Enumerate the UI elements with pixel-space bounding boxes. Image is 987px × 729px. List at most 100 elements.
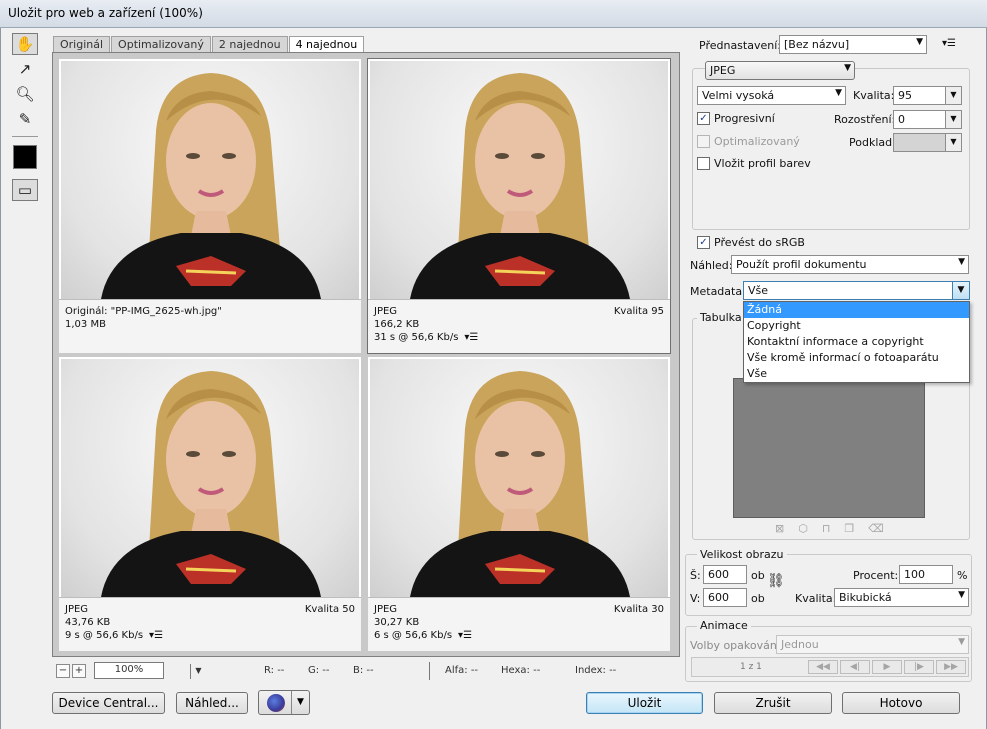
preview-profile-label: Náhled: xyxy=(690,259,733,272)
lock-icon[interactable]: ⊓ xyxy=(822,522,845,535)
width-label: Š: xyxy=(690,569,701,582)
play-icon[interactable]: ▶ xyxy=(872,660,902,674)
map-color-icon[interactable]: ⊠ xyxy=(775,522,798,535)
embed-profile-label: Vložit profil barev xyxy=(714,157,811,170)
pane-menu-icon[interactable]: ▾☰ xyxy=(458,630,472,641)
zoom-in-button[interactable]: + xyxy=(72,664,86,678)
tab-optimized[interactable]: Optimalizovaný xyxy=(111,36,211,52)
cancel-button[interactable]: Zrušit xyxy=(714,692,832,714)
width-input[interactable]: 600 xyxy=(703,565,747,584)
device-central-button[interactable]: Device Central... xyxy=(52,692,165,714)
zoom-out-button[interactable]: − xyxy=(56,664,70,678)
next-frame-icon[interactable]: |▶ xyxy=(904,660,934,674)
chevron-down-icon: ▼ xyxy=(958,257,965,267)
height-value: 600 xyxy=(708,591,729,604)
percent-input[interactable]: 100 xyxy=(899,565,953,584)
loop-select[interactable]: Jednou ▼ xyxy=(776,635,969,654)
previous-frame-icon[interactable]: ◀| xyxy=(840,660,870,674)
readout-g: G: -- xyxy=(308,665,330,676)
pane-menu-icon[interactable]: ▾☰ xyxy=(149,630,163,641)
portrait-photo xyxy=(370,359,668,597)
metadata-option[interactable]: Copyright xyxy=(744,318,969,334)
percent-value: 100 xyxy=(904,568,925,581)
last-frame-icon[interactable]: ▶▶ xyxy=(936,660,966,674)
embed-profile-checkbox[interactable]: Vložit profil barev xyxy=(697,157,811,170)
checkbox-empty-icon xyxy=(697,157,710,170)
quality-preset-value: Velmi vysoká xyxy=(702,89,775,102)
preview-profile-select[interactable]: Použít profil dokumentu ▼ xyxy=(731,255,969,274)
metadata-option[interactable]: Kontaktní informace a copyright xyxy=(744,334,969,350)
preview-pane-4[interactable]: JPEG 30,27 KB 6 s @ 56,6 Kb/s ▾☰ Kvalita … xyxy=(368,357,670,651)
width-value: 600 xyxy=(708,568,729,581)
chevron-down-icon: ▼ xyxy=(945,134,961,151)
eyedropper-color-swatch[interactable] xyxy=(13,145,37,169)
new-color-icon[interactable]: ❐ xyxy=(844,522,868,535)
trash-icon[interactable]: ⌫ xyxy=(868,522,898,535)
preview-pane-2[interactable]: JPEG 166,2 KB 31 s @ 56,6 Kb/s ▾☰ Kvalita… xyxy=(367,58,671,354)
web-snap-icon[interactable]: ⬡ xyxy=(798,522,822,535)
toggle-slices-icon[interactable]: ▭ xyxy=(12,179,38,201)
optimize-menu-icon[interactable]: ▾☰ xyxy=(942,38,956,49)
preview-button[interactable]: Náhled... xyxy=(176,692,248,714)
save-button[interactable]: Uložit xyxy=(586,692,703,714)
done-button[interactable]: Hotovo xyxy=(842,692,960,714)
resample-select[interactable]: Bikubická ▼ xyxy=(834,588,969,607)
format-select[interactable]: JPEG ▼ xyxy=(705,61,855,80)
progressive-checkbox[interactable]: ✓ Progresivní xyxy=(697,112,775,125)
matte-select[interactable]: ▼ xyxy=(893,133,962,152)
chevron-down-icon[interactable]: ▼ xyxy=(945,87,961,104)
browser-preview-button[interactable]: ▼ xyxy=(258,690,310,715)
tab-original[interactable]: Originál xyxy=(53,36,111,52)
pane-menu-icon[interactable]: ▾☰ xyxy=(464,332,478,343)
eyedropper-tool-icon[interactable]: ✎ xyxy=(12,108,38,130)
progressive-label: Progresivní xyxy=(714,112,775,125)
metadata-option[interactable]: Vše xyxy=(744,366,969,382)
format-value: JPEG xyxy=(710,64,736,77)
convert-srgb-checkbox[interactable]: ✓ Převést do sRGB xyxy=(697,236,805,249)
pane-info: JPEG 30,27 KB 6 s @ 56,6 Kb/s ▾☰ Kvalita … xyxy=(368,597,670,651)
pane-download-time: 9 s @ 56,6 Kb/s xyxy=(65,630,144,641)
zoom-tool-icon[interactable]: 🔍︎ xyxy=(12,83,38,105)
readout-alpha: Alfa: -- xyxy=(445,665,479,676)
chevron-down-icon[interactable]: ▼ xyxy=(291,691,309,714)
tab-2-up[interactable]: 2 najednou xyxy=(211,36,288,52)
preset-select[interactable]: [Bez názvu] ▼ xyxy=(779,35,927,54)
chevron-down-icon[interactable]: ▼ xyxy=(945,111,961,128)
quality-preset-select[interactable]: Velmi vysoká ▼ xyxy=(697,86,846,105)
readout-hex: Hexa: -- xyxy=(501,665,541,676)
pane-size: 166,2 KB xyxy=(374,319,420,330)
portrait-image xyxy=(410,371,630,597)
readout-r: R: -- xyxy=(264,665,285,676)
hand-tool-icon[interactable]: ✋ xyxy=(12,33,38,55)
preview-pane-original[interactable]: Originál: "PP-IMG_2625-wh.jpg" 1,03 MB xyxy=(59,59,361,353)
optimized-checkbox[interactable]: Optimalizovaný xyxy=(697,135,800,148)
metadata-select[interactable]: Vše ▼ xyxy=(743,281,970,300)
resample-label: Kvalita: xyxy=(795,592,837,605)
pane-size: 30,27 KB xyxy=(374,617,420,628)
portrait-photo xyxy=(370,61,668,299)
metadata-option[interactable]: Žádná xyxy=(744,302,969,318)
preview-pane-3[interactable]: JPEG 43,76 KB 9 s @ 56,6 Kb/s ▾☰ Kvalita … xyxy=(59,357,361,651)
preview-profile-value: Použít profil dokumentu xyxy=(736,258,867,271)
loop-label: Volby opakování: xyxy=(690,639,784,652)
pane-format: Originál: "PP-IMG_2625-wh.jpg" xyxy=(65,306,222,317)
pane-info: JPEG 166,2 KB 31 s @ 56,6 Kb/s ▾☰ Kvalita… xyxy=(368,299,670,353)
slice-select-tool-icon[interactable]: ↗ xyxy=(12,58,38,80)
quality-label: Kvalita: xyxy=(853,89,895,102)
quality-input[interactable]: 95 ▼ xyxy=(893,86,962,105)
readout-index: Index: -- xyxy=(575,665,617,676)
first-frame-icon[interactable]: ◀◀ xyxy=(808,660,838,674)
window-title: Uložit pro web a zařízení (100%) xyxy=(0,0,987,28)
pane-quality: Kvalita 95 xyxy=(613,306,664,317)
zoom-level-select[interactable]: 100% ▼ xyxy=(94,662,202,679)
readout-divider xyxy=(429,662,430,680)
pane-info: JPEG 43,76 KB 9 s @ 56,6 Kb/s ▾☰ Kvalita … xyxy=(59,597,361,651)
blur-input[interactable]: 0 ▼ xyxy=(893,110,962,129)
constrain-link-icon[interactable]: ⛓ xyxy=(767,573,785,589)
tab-4-up[interactable]: 4 najednou xyxy=(288,36,365,52)
height-input[interactable]: 600 xyxy=(703,588,747,607)
color-table xyxy=(733,378,925,518)
metadata-option[interactable]: Vše kromě informací o fotoaparátu xyxy=(744,350,969,366)
width-unit: ob xyxy=(751,569,765,582)
convert-srgb-label: Převést do sRGB xyxy=(714,236,805,249)
